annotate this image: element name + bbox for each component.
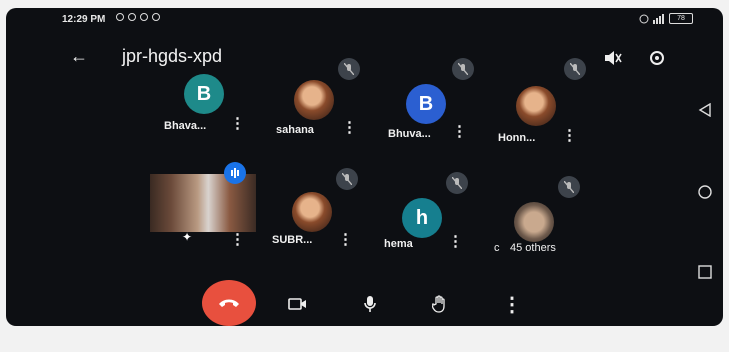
mic-icon: [364, 296, 376, 312]
system-status-icons: 78: [639, 13, 693, 24]
phone-hangup-icon: [219, 299, 239, 307]
participant-more-icon[interactable]: ⋮: [338, 232, 353, 247]
alarm-icon: [639, 14, 649, 23]
status-time: 12:29 PM: [62, 14, 106, 25]
participant-more-icon[interactable]: ⋮: [230, 116, 245, 131]
participant-more-icon[interactable]: ⋮: [562, 128, 577, 143]
participant-avatar: [292, 192, 332, 232]
nav-home-icon[interactable]: [695, 182, 715, 202]
end-call-button[interactable]: [202, 280, 256, 326]
others-count[interactable]: 45 others: [510, 242, 556, 254]
switch-camera-icon[interactable]: [642, 44, 672, 72]
participant-name: sahana: [276, 124, 314, 136]
avatar-initial: B: [418, 92, 434, 115]
notification-icons: [116, 13, 160, 21]
avatar-initial: h: [415, 206, 429, 229]
avatar-initial: B: [196, 82, 212, 105]
mic-muted-icon: [452, 58, 474, 80]
meeting-header: ← jpr-hgds-xpd: [6, 44, 723, 74]
camera-off-icon: [288, 298, 306, 310]
raise-hand-button[interactable]: [422, 286, 458, 322]
whatsapp-icon: [128, 13, 136, 21]
android-nav-bar: [687, 8, 723, 326]
nav-recents-icon[interactable]: [695, 262, 715, 282]
speaking-indicator-icon: [224, 162, 246, 184]
participant-name: hema: [384, 238, 413, 250]
effects-sparkle-icon[interactable]: ✦: [182, 230, 192, 244]
meet-call-screen: 12:29 PM 78 ← jpr-hgds-xpd B B Bhava... …: [6, 8, 723, 326]
more-options-button[interactable]: ⋮: [494, 286, 530, 322]
mic-muted-icon: [336, 168, 358, 190]
participant-name: SUBR...: [272, 234, 313, 246]
nav-back-icon[interactable]: [695, 100, 715, 120]
participant-avatar: [294, 80, 334, 120]
participant-name: Honn...: [498, 132, 536, 144]
participant-more-icon[interactable]: ⋮: [342, 120, 357, 135]
camera-toggle-button[interactable]: [280, 286, 316, 322]
mic-muted-icon: [338, 58, 360, 80]
status-bar: 12:29 PM 78: [6, 8, 723, 30]
chat-icon: [140, 13, 148, 21]
participant-more-icon[interactable]: ⋮: [452, 124, 467, 139]
mic-muted-icon: [446, 172, 468, 194]
back-arrow-icon[interactable]: ←: [70, 46, 88, 67]
participant-avatar: B: [406, 84, 446, 124]
speaker-off-icon[interactable]: [598, 44, 628, 72]
mic-muted-icon: [564, 58, 586, 80]
signal-icon: [653, 13, 664, 24]
notification-icon: [116, 13, 124, 21]
participant-name: Bhuva...: [388, 128, 431, 140]
participant-avatar: [514, 202, 554, 242]
youtube-icon: [152, 13, 160, 21]
mic-toggle-button[interactable]: [352, 286, 388, 322]
participant-name: Bhava...: [164, 120, 207, 132]
participant-more-icon[interactable]: ⋮: [230, 232, 245, 247]
participant-avatar: B: [184, 74, 224, 114]
participant-more-icon[interactable]: ⋮: [448, 234, 463, 249]
meeting-code[interactable]: jpr-hgds-xpd: [122, 46, 222, 67]
more-vertical-icon: ⋮: [502, 293, 522, 316]
mic-muted-icon: [558, 176, 580, 198]
participant-avatar: [516, 86, 556, 126]
participant-avatar: h: [402, 198, 442, 238]
self-initial: c: [494, 242, 500, 254]
raise-hand-icon: [432, 295, 445, 313]
